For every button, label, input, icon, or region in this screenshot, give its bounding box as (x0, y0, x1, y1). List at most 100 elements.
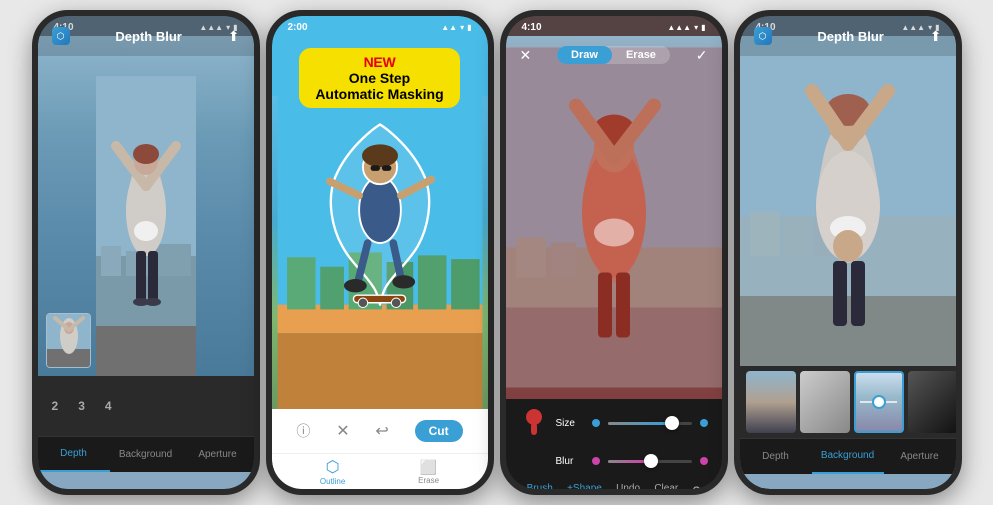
tab-aperture-4[interactable]: Aperture (884, 439, 956, 474)
tab-bg-label-4: Background (821, 450, 874, 461)
app-icon-cube-1: ⬡ (57, 31, 65, 42)
phone-frame-4: 4:10 ▲▲▲ ▾ ▮ ⬡ Depth Blur ⬆ (734, 10, 962, 495)
shape-action[interactable]: +Shape (567, 483, 602, 489)
size-slider-thumb[interactable] (665, 416, 679, 430)
main-photo-1 (38, 36, 254, 376)
screen3-top: ✕ Draw Erase ✓ (506, 36, 722, 74)
thumbnail-mini-1[interactable] (46, 313, 91, 368)
draw-label: Draw (571, 49, 598, 61)
blur-icon-placeholder (520, 447, 548, 475)
blur-slider-thumb[interactable] (644, 454, 658, 468)
wifi-icon-2: ▾ (460, 23, 464, 32)
screen2-bottom: ⓘ ✕ ↩ Cut ⬡ Outline ⬜ Erase (272, 409, 488, 489)
phone-screen-1: 4:10 ▲▲▲ ▾ ▮ ⬡ Depth Blur ⬆ (38, 16, 254, 489)
tab-aperture-1[interactable]: Aperture (182, 437, 254, 472)
battery-icon-3: ▮ (701, 23, 705, 32)
app-icon-1: ⬡ (52, 27, 70, 45)
erase-tool[interactable]: ⬜ Erase (418, 459, 439, 485)
blur-end-dot (700, 457, 708, 465)
phone-frame-3: 4:10 ▲▲▲ ▾ ▮ ✕ Draw Erase ✓ (500, 10, 728, 495)
app-title-1: Depth Blur (115, 29, 181, 44)
size-dot (592, 419, 600, 427)
bg-thumbs-row (740, 366, 956, 438)
wifi-icon-3: ▾ (694, 23, 698, 32)
battery-icon-2: ▮ (467, 23, 471, 32)
size-slider-track[interactable] (608, 422, 692, 425)
screen3-bg (506, 36, 722, 399)
erase-label-3: Erase (626, 49, 656, 61)
bottom-tabs-1: Depth Background Aperture (38, 436, 254, 472)
status-bar-3: 4:10 ▲▲▲ ▾ ▮ (506, 16, 722, 36)
phone-screen-4: 4:10 ▲▲▲ ▾ ▮ ⬡ Depth Blur ⬆ (740, 16, 956, 489)
undo-action[interactable]: Undo (616, 483, 640, 489)
signal-icon-3: ▲▲▲ (667, 23, 691, 32)
clear-action[interactable]: Clear (654, 483, 678, 489)
status-time-2: 2:00 (288, 22, 308, 33)
share-icon-1[interactable]: ⬆ (228, 28, 240, 45)
brush-icon (523, 409, 545, 437)
draw-toggle[interactable]: Draw (557, 46, 612, 64)
outline-icon: ⬡ (326, 457, 340, 477)
bg-thumb-blue-active[interactable] (854, 371, 904, 433)
blur-label: Blur (556, 456, 584, 467)
title-text-4: Depth Blur (817, 29, 883, 44)
screens-container: 4:10 ▲▲▲ ▾ ▮ ⬡ Depth Blur ⬆ (0, 0, 993, 505)
top-bar-4: ⬡ Depth Blur ⬆ (740, 16, 956, 56)
size-control-row: Size (520, 409, 708, 437)
thumb-num-2: 2 (44, 399, 67, 413)
phone-frame-1: 4:10 ▲▲▲ ▾ ▮ ⬡ Depth Blur ⬆ (32, 10, 260, 495)
cut-button[interactable]: Cut (415, 420, 463, 442)
screen2-tools: ⓘ ✕ ↩ Cut (272, 409, 488, 453)
tab-depth-label-1: Depth (60, 448, 87, 459)
close-btn-3[interactable]: ✕ (520, 47, 532, 64)
confirm-btn-3[interactable]: ✓ (696, 47, 708, 64)
blur-slider-fill (608, 460, 646, 463)
blur-slider-track[interactable] (608, 460, 692, 463)
top-bar-1: ⬡ Depth Blur ⬆ (38, 16, 254, 56)
bg-thumb-dark[interactable] (908, 371, 956, 433)
tab-background-1[interactable]: Background (110, 437, 182, 472)
thumb-slider-thumb (874, 397, 884, 407)
bg-thumb-woman[interactable] (746, 371, 796, 433)
phone-frame-2: 2:00 ▲▲ ▾ ▮ NEW One Step Automatic Maski… (266, 10, 494, 495)
title-text-1: Depth Blur (115, 29, 181, 44)
outline-label: Outline (320, 477, 345, 486)
skater-area (272, 96, 488, 409)
status-time-3: 4:10 (522, 22, 542, 33)
brush-action[interactable]: Brush (527, 483, 553, 489)
erase-icon-2: ⬜ (420, 459, 437, 476)
phone-screen-3: 4:10 ▲▲▲ ▾ ▮ ✕ Draw Erase ✓ (506, 16, 722, 489)
brush-icon-container (520, 409, 548, 437)
main-photo-4 (740, 36, 956, 366)
phone-screen-2: 2:00 ▲▲ ▾ ▮ NEW One Step Automatic Maski… (272, 16, 488, 489)
close-icon-2[interactable]: ✕ (336, 421, 349, 441)
action-bar-3: Brush +Shape Undo Clear ? (520, 483, 708, 489)
thumb-num-3: 3 (70, 399, 93, 413)
undo-icon-2[interactable]: ↩ (375, 421, 388, 441)
size-label: Size (556, 418, 584, 429)
screen3-controls: Size Blur (506, 399, 722, 489)
outline-tool[interactable]: ⬡ Outline (320, 457, 345, 486)
help-icon-3[interactable]: ? (693, 483, 701, 489)
app-title-4: Depth Blur (817, 29, 883, 44)
tab-ap-label-1: Aperture (198, 449, 236, 460)
info-icon-2[interactable]: ⓘ (296, 421, 310, 441)
skater-background (272, 96, 488, 409)
erase-label-2: Erase (418, 476, 439, 485)
thumbnail-row-1: 2 3 4 (38, 376, 254, 436)
erase-toggle[interactable]: Erase (612, 46, 670, 64)
tab-depth-1[interactable]: Depth (38, 437, 110, 472)
cut-label: Cut (429, 424, 449, 438)
bg-thumb-gray[interactable] (800, 371, 850, 433)
screen3-photo (506, 36, 722, 399)
size-slider-fill (608, 422, 667, 425)
app-icon-cube-4: ⬡ (759, 31, 767, 42)
tab-background-4[interactable]: Background (812, 439, 884, 474)
draw-erase-toggle: Draw Erase (557, 46, 670, 64)
screen2-bottom-icons: ⬡ Outline ⬜ Erase (272, 453, 488, 489)
woman-figure-1 (96, 76, 196, 376)
subtitle-line1: One Step (315, 70, 443, 86)
new-badge: NEW One Step Automatic Masking (299, 48, 459, 108)
share-icon-4[interactable]: ⬆ (930, 28, 942, 45)
tab-depth-4[interactable]: Depth (740, 439, 812, 474)
